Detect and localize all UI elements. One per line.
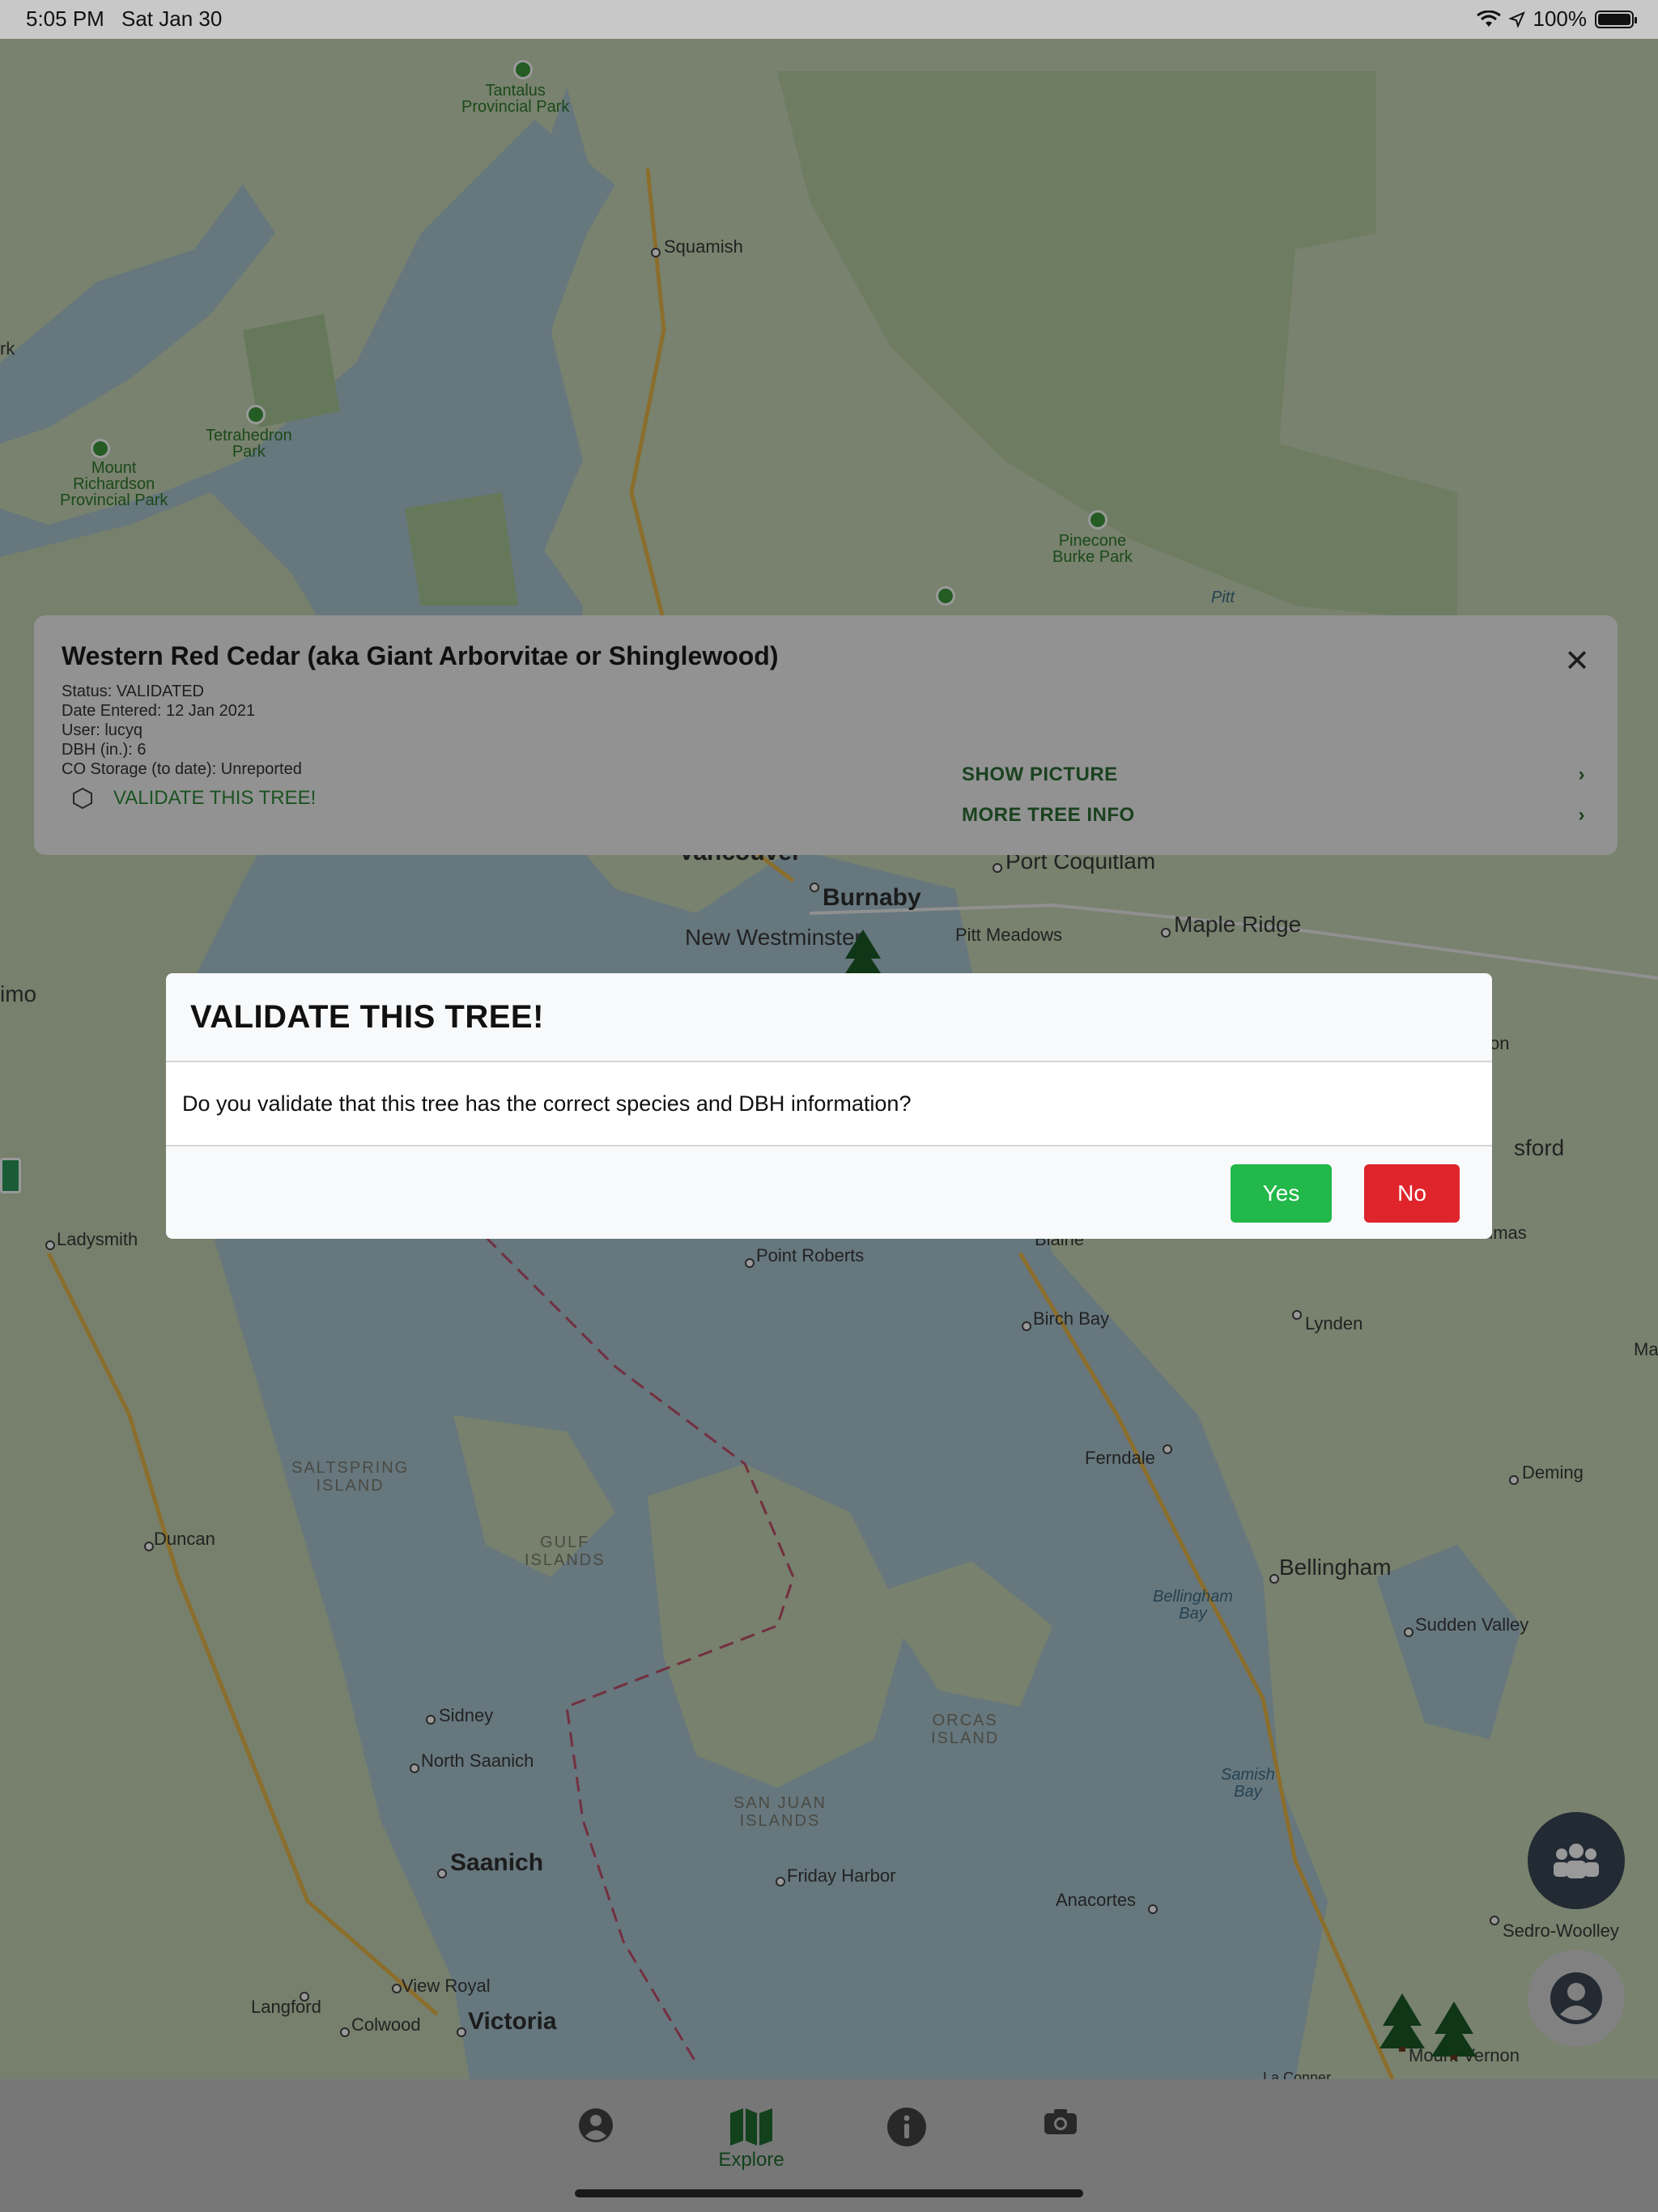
home-indicator[interactable] <box>575 2189 1083 2197</box>
modal-question: Do you validate that this tree has the c… <box>182 1091 912 1116</box>
yes-button[interactable]: Yes <box>1231 1164 1332 1223</box>
wifi-icon <box>1476 10 1501 27</box>
status-time: 5:05 PM <box>26 6 104 31</box>
modal-title: VALIDATE THIS TREE! <box>190 999 544 1035</box>
modal-header: VALIDATE THIS TREE! <box>166 973 1492 1062</box>
battery-icon <box>1595 10 1637 28</box>
modal-footer: Yes No <box>166 1146 1492 1239</box>
status-date: Sat Jan 30 <box>121 6 223 31</box>
modal-body: Do you validate that this tree has the c… <box>166 1062 1492 1146</box>
no-button[interactable]: No <box>1364 1164 1460 1223</box>
status-right: 100% <box>1476 6 1637 32</box>
location-arrow-icon <box>1508 11 1525 28</box>
validate-modal: VALIDATE THIS TREE! Do you validate that… <box>166 973 1492 1239</box>
status-bar: 5:05 PM Sat Jan 30 100% <box>0 0 1658 39</box>
battery-percent: 100% <box>1533 6 1588 31</box>
